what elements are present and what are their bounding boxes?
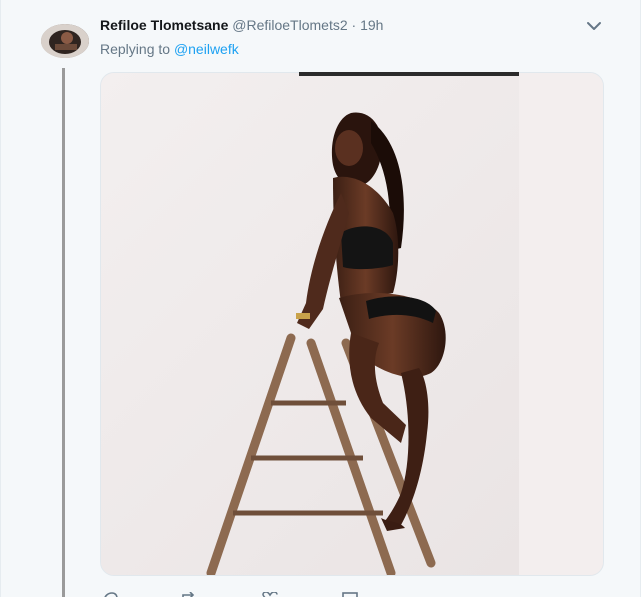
media-edge xyxy=(299,72,519,76)
timestamp[interactable]: 19h xyxy=(360,17,383,33)
photo-image xyxy=(101,73,603,575)
replying-prefix: Replying to xyxy=(100,41,171,57)
mention-link[interactable]: @neilwefk xyxy=(174,41,239,57)
reply-icon[interactable] xyxy=(102,589,118,597)
thread-connector-line xyxy=(62,68,65,597)
display-name[interactable]: Refiloe Tlometsane xyxy=(100,17,228,33)
tweet-header: Refiloe Tlometsane @RefiloeTlomets2 · 19… xyxy=(100,16,383,34)
replying-to: Replying to @neilwefk xyxy=(100,40,239,58)
chevron-down-icon[interactable] xyxy=(584,16,604,36)
heart-icon[interactable] xyxy=(262,589,278,597)
tweet-actions xyxy=(100,585,400,597)
retweet-icon[interactable] xyxy=(180,589,196,597)
message-icon[interactable] xyxy=(342,589,358,597)
tweet-photo[interactable] xyxy=(100,72,604,576)
separator: · xyxy=(351,17,357,33)
avatar[interactable] xyxy=(41,24,89,58)
user-handle[interactable]: @RefiloeTlomets2 xyxy=(232,17,347,33)
tweet-reply-card: Refiloe Tlometsane @RefiloeTlomets2 · 19… xyxy=(0,0,641,597)
